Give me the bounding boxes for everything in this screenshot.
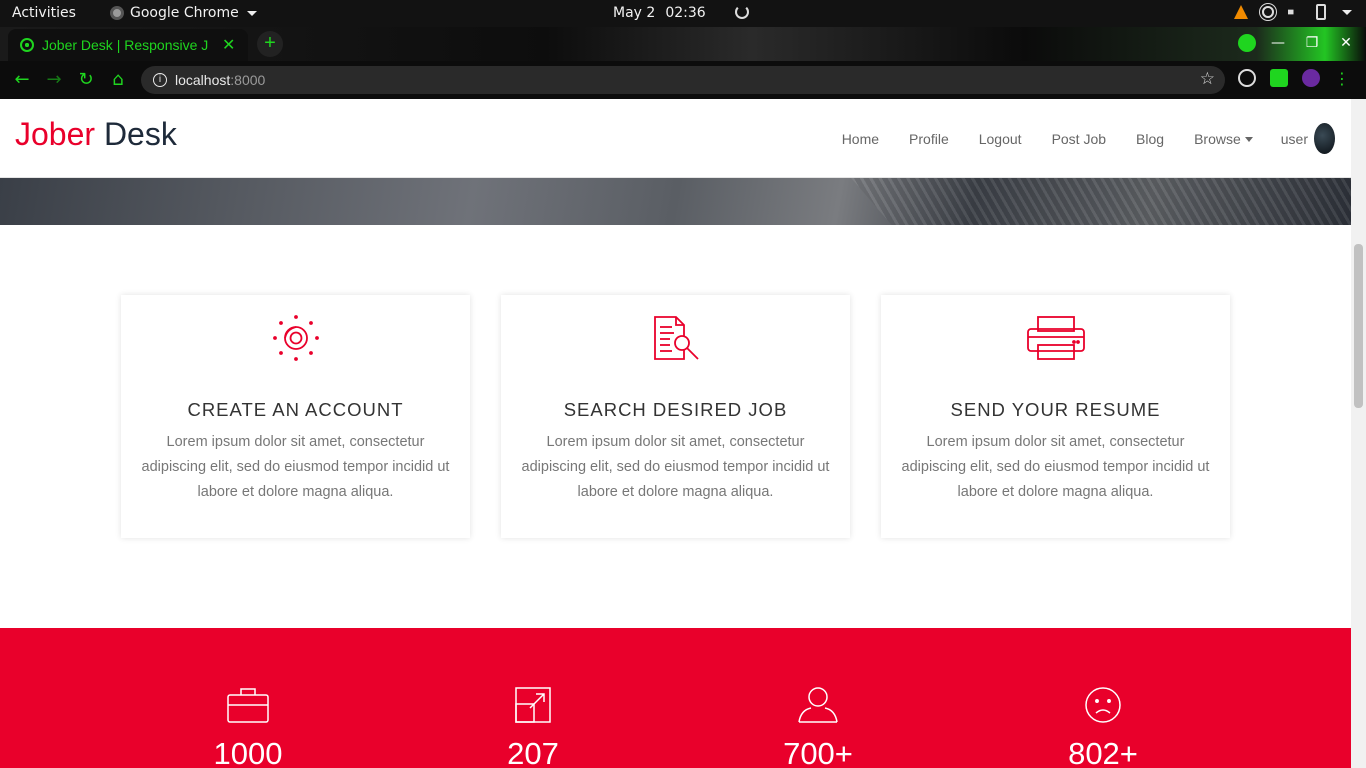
- app-menu[interactable]: Google Chrome: [110, 5, 257, 21]
- logo-part-jober: Jober: [15, 116, 96, 152]
- activities-button[interactable]: Activities: [12, 5, 76, 21]
- clock-time: 02:36: [665, 5, 706, 21]
- feature-title: SEND YOUR RESUME: [950, 399, 1161, 420]
- stat-item: 700+: [718, 686, 918, 768]
- bookmark-star-icon[interactable]: ☆: [1200, 69, 1215, 89]
- url-host: localhost: [175, 72, 231, 88]
- close-window-button[interactable]: ✕: [1334, 31, 1358, 55]
- hero-image-strip: [0, 178, 1351, 225]
- app-menu-label: Google Chrome: [130, 5, 239, 21]
- forward-arrow-icon[interactable]: →: [43, 69, 65, 91]
- feature-title: SEARCH DESIRED JOB: [563, 399, 788, 420]
- avatar: [1314, 123, 1335, 154]
- tab-title: Jober Desk | Responsive J: [42, 37, 209, 53]
- site-navbar: Jober Desk Home Profile Logout Post Job …: [0, 99, 1351, 178]
- chrome-menu-icon[interactable]: ⋮: [1334, 69, 1352, 88]
- extensions-puzzle-icon[interactable]: [1270, 69, 1288, 87]
- site-info-icon[interactable]: i: [153, 73, 167, 87]
- stat-item: 207: [433, 686, 633, 768]
- scrollbar-thumb[interactable]: [1354, 244, 1363, 408]
- window-controls: — ❐ ✕: [1238, 31, 1358, 55]
- globe-icon: [20, 38, 34, 52]
- expand-arrow-icon: [433, 686, 633, 726]
- refresh-icon[interactable]: [735, 5, 749, 19]
- user-icon: [718, 686, 918, 726]
- close-tab-icon[interactable]: ✕: [222, 35, 235, 55]
- minimize-button[interactable]: —: [1266, 31, 1290, 55]
- account-target-icon: [121, 315, 470, 361]
- browser-tab[interactable]: Jober Desk | Responsive J ✕: [8, 29, 248, 61]
- brightness-icon[interactable]: [1262, 6, 1274, 18]
- briefcase-icon: [148, 686, 348, 726]
- stat-item: 1000: [148, 686, 348, 768]
- sad-face-icon: [1003, 686, 1203, 726]
- maximize-button[interactable]: ❐: [1300, 31, 1324, 55]
- clock[interactable]: May 2 02:36: [613, 5, 706, 21]
- url-port: :8000: [230, 72, 266, 88]
- back-arrow-icon[interactable]: ←: [11, 69, 33, 91]
- stat-value: 207: [507, 736, 559, 768]
- page-scrollbar[interactable]: [1351, 99, 1366, 768]
- clock-date: May 2: [613, 5, 656, 21]
- profile-extension-icon[interactable]: [1302, 69, 1320, 87]
- chevron-down-icon: [246, 10, 257, 16]
- system-menu-chevron-icon[interactable]: [1342, 9, 1352, 15]
- volume-icon[interactable]: [1288, 6, 1300, 18]
- chrome-icon: [110, 6, 124, 20]
- feature-cards: CREATE AN ACCOUNT Lorem ipsum dolor sit …: [121, 295, 1230, 538]
- address-bar[interactable]: i localhost :8000 ☆: [141, 66, 1225, 94]
- stat-value: 802+: [1068, 736, 1138, 768]
- feature-card: SEND YOUR RESUME Lorem ipsum dolor sit a…: [881, 295, 1230, 538]
- new-tab-button[interactable]: +: [257, 31, 283, 57]
- site-logo[interactable]: Jober Desk: [15, 116, 177, 153]
- feature-card: SEARCH DESIRED JOB Lorem ipsum dolor sit…: [501, 295, 850, 538]
- nav-home[interactable]: Home: [842, 131, 879, 147]
- os-top-bar: Activities Google Chrome May 2 02:36: [0, 0, 1366, 27]
- nav-blog[interactable]: Blog: [1136, 131, 1164, 147]
- stat-value: 1000: [213, 736, 283, 768]
- stat-item: 802+: [1003, 686, 1203, 768]
- battery-icon[interactable]: [1316, 4, 1326, 20]
- feature-text: Lorem ipsum dolor sit amet, consectetur …: [521, 434, 830, 500]
- feature-card: CREATE AN ACCOUNT Lorem ipsum dolor sit …: [121, 295, 470, 538]
- feature-text: Lorem ipsum dolor sit amet, consectetur …: [141, 434, 450, 500]
- main-menu: Home Profile Logout Post Job Blog Browse…: [842, 123, 1335, 154]
- feature-text: Lorem ipsum dolor sit amet, consectetur …: [901, 434, 1210, 500]
- react-devtools-icon[interactable]: [1238, 69, 1256, 87]
- stat-value: 700+: [783, 736, 853, 768]
- system-tray[interactable]: [1234, 4, 1352, 20]
- browser-toolbar: ← → ↻ ⌂ i localhost :8000 ☆ ⋮: [0, 61, 1366, 99]
- extension-icons: ⋮: [1238, 69, 1352, 88]
- browser-tab-strip: Jober Desk | Responsive J ✕ + — ❐ ✕: [0, 27, 1366, 61]
- logo-part-desk: Desk: [95, 116, 177, 152]
- feature-title: CREATE AN ACCOUNT: [187, 399, 404, 420]
- nav-browse-label: Browse: [1194, 130, 1241, 147]
- caret-down-icon: [1244, 137, 1253, 143]
- home-icon[interactable]: ⌂: [107, 69, 129, 91]
- nav-browse-dropdown[interactable]: Browse: [1194, 131, 1253, 147]
- stats-section: 1000 207 700+ 802+: [0, 628, 1351, 768]
- user-menu[interactable]: user: [1281, 123, 1335, 154]
- document-search-icon: [501, 315, 850, 361]
- printer-icon: [881, 315, 1230, 361]
- nav-post-job[interactable]: Post Job: [1052, 131, 1106, 147]
- nav-logout[interactable]: Logout: [979, 131, 1022, 147]
- extension-badge-icon[interactable]: [1238, 34, 1256, 52]
- vlc-icon[interactable]: [1234, 5, 1248, 19]
- page-viewport: Jober Desk Home Profile Logout Post Job …: [0, 99, 1351, 768]
- nav-profile[interactable]: Profile: [909, 131, 949, 147]
- reload-icon[interactable]: ↻: [75, 69, 97, 91]
- user-label: user: [1280, 130, 1308, 147]
